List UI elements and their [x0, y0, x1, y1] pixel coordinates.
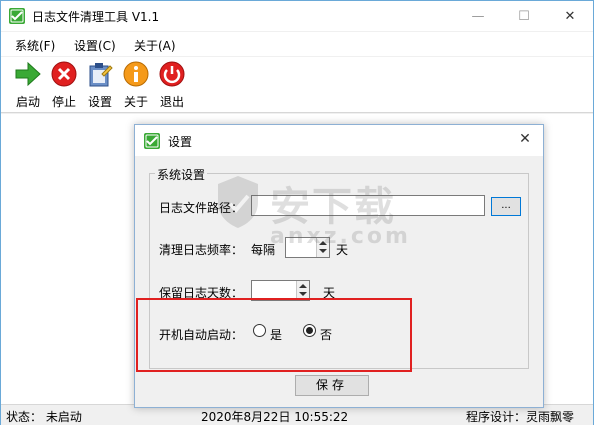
start-button[interactable]: 启动: [10, 58, 46, 112]
exit-label: 退出: [159, 95, 184, 109]
stop-button[interactable]: 停止: [46, 58, 82, 112]
watermark-subtext: anxz.com: [270, 224, 411, 249]
dialog-title: 设置: [168, 135, 193, 149]
title-bar: 日志文件清理工具 V1.1 — ☐ ✕: [1, 1, 593, 31]
close-button[interactable]: ✕: [547, 1, 593, 31]
menu-bar: 系统(F) 设置(C) 关于(A): [1, 32, 593, 56]
watermark: 安下载 anxz.com: [214, 168, 408, 258]
maximize-button[interactable]: ☐: [501, 1, 547, 31]
start-label: 启动: [15, 95, 40, 109]
about-label: 关于: [123, 95, 148, 109]
settings-label: 设置: [87, 95, 112, 109]
stop-x-icon: [51, 61, 77, 87]
stepper-up-icon[interactable]: [299, 284, 307, 288]
settings-clipboard-icon: [89, 63, 113, 87]
browse-button[interactable]: ...: [491, 197, 521, 216]
settings-button[interactable]: 设置: [82, 58, 118, 112]
menu-settings[interactable]: 设置(C): [74, 37, 116, 54]
group-title: 系统设置: [155, 166, 208, 183]
power-icon: [159, 61, 185, 87]
minimize-button[interactable]: —: [455, 1, 501, 31]
stepper-down-icon[interactable]: [299, 292, 307, 296]
status-datetime: 2020年8月22日 10:55:22: [201, 410, 349, 424]
info-icon: [123, 61, 149, 87]
menu-about[interactable]: 关于(A): [134, 37, 176, 54]
save-button[interactable]: 保存: [295, 375, 369, 396]
dialog-title-bar: 设置 ✕: [135, 125, 543, 156]
app-icon: [144, 133, 160, 149]
exit-button[interactable]: 退出: [154, 58, 190, 112]
status-state: 状态： 未启动: [6, 410, 82, 424]
stop-label: 停止: [51, 95, 76, 109]
play-arrow-icon: [15, 61, 41, 87]
window-title: 日志文件清理工具 V1.1: [32, 10, 160, 24]
annotation-highlight-box: [136, 298, 412, 372]
dialog-close-button[interactable]: ✕: [515, 131, 535, 151]
menu-system[interactable]: 系统(F): [15, 37, 55, 54]
toolbar: 启动 停止 设置 关于 退出: [1, 57, 593, 113]
about-button[interactable]: 关于: [118, 58, 154, 112]
status-designer: 程序设计：灵雨飘零: [466, 410, 575, 424]
watermark-shield-icon: [218, 176, 258, 228]
app-icon: [9, 8, 25, 24]
